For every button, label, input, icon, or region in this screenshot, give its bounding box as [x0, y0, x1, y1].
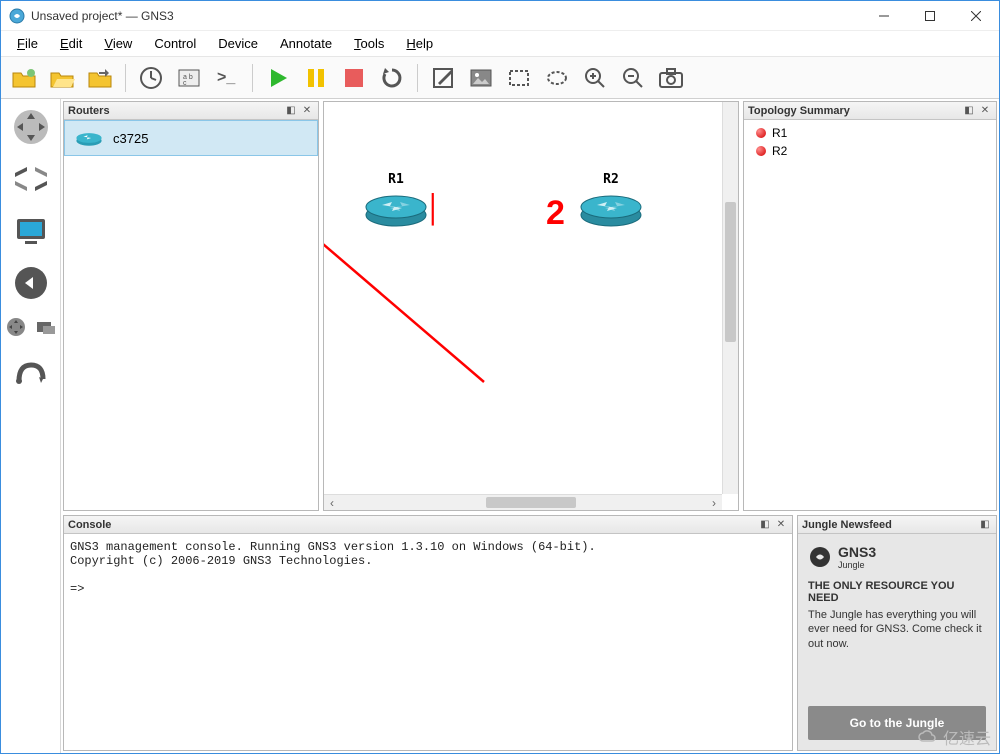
insert-image-icon[interactable]	[464, 61, 498, 95]
annotation-arrow	[323, 132, 504, 392]
maximize-button[interactable]	[907, 1, 953, 31]
panel-close-icon[interactable]: ✕	[300, 104, 314, 118]
panel-close-icon[interactable]: ✕	[978, 104, 992, 118]
workspace-canvas-container: R1 R2 | 2	[323, 101, 739, 511]
end-devices-category-icon[interactable]	[9, 209, 53, 253]
jungle-logo: GNS3Jungle	[808, 544, 986, 570]
router-icon	[75, 129, 103, 147]
topology-panel-title: Topology Summary	[748, 105, 960, 117]
console-panel: Console ◧ ✕ GNS3 management console. Run…	[63, 515, 793, 751]
add-link-icon[interactable]	[9, 349, 53, 393]
workspace-canvas[interactable]: R1 R2 | 2	[323, 101, 739, 511]
menu-annotate[interactable]: Annotate	[270, 33, 342, 54]
jungle-headline: THE ONLY RESOURCE YOU NEED	[808, 580, 986, 604]
router-template-item[interactable]: c3725	[64, 120, 318, 156]
canvas-horizontal-scrollbar[interactable]: ‹›	[324, 494, 722, 510]
status-dot-icon	[756, 128, 766, 138]
zoom-in-icon[interactable]	[578, 61, 612, 95]
draw-ellipse-icon[interactable]	[540, 61, 574, 95]
app-icon	[9, 8, 25, 24]
router-template-label: c3725	[113, 131, 148, 146]
jungle-panel: Jungle Newsfeed ◧ GNS3Jungle THE ONLY RE…	[797, 515, 997, 751]
show-names-icon[interactable]: a bc	[172, 61, 206, 95]
menu-help[interactable]: Help	[396, 33, 443, 54]
stop-all-icon[interactable]	[337, 61, 371, 95]
open-project-icon[interactable]	[45, 61, 79, 95]
device-dock	[1, 99, 61, 753]
jungle-panel-title: Jungle Newsfeed	[802, 519, 976, 531]
menu-file[interactable]: File	[7, 33, 48, 54]
cloud-icon[interactable]	[32, 313, 60, 341]
close-button[interactable]	[953, 1, 999, 31]
draw-rect-icon[interactable]	[502, 61, 536, 95]
topology-item[interactable]: R1	[748, 124, 992, 142]
snapshot-icon[interactable]	[134, 61, 168, 95]
topology-item-label: R2	[772, 144, 787, 158]
panel-undock-icon[interactable]: ◧	[758, 518, 772, 532]
console-all-icon[interactable]: >_	[210, 61, 244, 95]
menu-device[interactable]: Device	[208, 33, 268, 54]
panel-undock-icon[interactable]: ◧	[962, 104, 976, 118]
menu-control[interactable]: Control	[144, 33, 206, 54]
canvas-vertical-scrollbar[interactable]	[722, 102, 738, 494]
reload-all-icon[interactable]	[375, 61, 409, 95]
node-label-r2: R2	[579, 172, 643, 187]
pause-all-icon[interactable]	[299, 61, 333, 95]
minimize-button[interactable]	[861, 1, 907, 31]
routers-panel: Routers ◧ ✕ c3725	[63, 101, 319, 511]
svg-text:c: c	[183, 80, 187, 87]
panel-close-icon[interactable]: ✕	[774, 518, 788, 532]
gns3-logo-icon	[808, 545, 832, 569]
routers-category-icon[interactable]	[9, 105, 53, 149]
jungle-description: The Jungle has everything you will ever …	[808, 608, 986, 651]
zoom-out-icon[interactable]	[616, 61, 650, 95]
topology-item-label: R1	[772, 126, 787, 140]
window-title: Unsaved project* — GNS3	[31, 9, 861, 23]
start-all-icon[interactable]	[261, 61, 295, 95]
titlebar: Unsaved project* — GNS3	[1, 1, 999, 31]
menubar: File Edit View Control Device Annotate T…	[1, 31, 999, 57]
menu-edit[interactable]: Edit	[50, 33, 92, 54]
topology-item[interactable]: R2	[748, 142, 992, 160]
watermark: 亿速云	[917, 725, 991, 749]
toolbar: a bc >_	[1, 57, 999, 99]
menu-view[interactable]: View	[94, 33, 142, 54]
svg-text:>_: >_	[217, 69, 236, 86]
menu-tools[interactable]: Tools	[344, 33, 394, 54]
cloud-icon	[917, 730, 939, 744]
panel-undock-icon[interactable]: ◧	[284, 104, 298, 118]
console-panel-title: Console	[68, 519, 756, 531]
status-dot-icon	[756, 146, 766, 156]
security-devices-category-icon[interactable]	[9, 261, 53, 305]
panel-undock-icon[interactable]: ◧	[978, 518, 992, 532]
all-devices-icon[interactable]	[2, 313, 30, 341]
annotation-mark-2: 2	[546, 194, 565, 233]
router-node-r2[interactable]	[579, 187, 643, 227]
new-project-icon[interactable]	[7, 61, 41, 95]
screenshot-icon[interactable]	[654, 61, 688, 95]
topology-panel: Topology Summary ◧ ✕ R1 R2	[743, 101, 997, 511]
add-note-icon[interactable]	[426, 61, 460, 95]
routers-panel-title: Routers	[68, 105, 282, 117]
save-project-icon[interactable]	[83, 61, 117, 95]
console-output[interactable]: GNS3 management console. Running GNS3 ve…	[64, 534, 792, 750]
switches-category-icon[interactable]	[9, 157, 53, 201]
